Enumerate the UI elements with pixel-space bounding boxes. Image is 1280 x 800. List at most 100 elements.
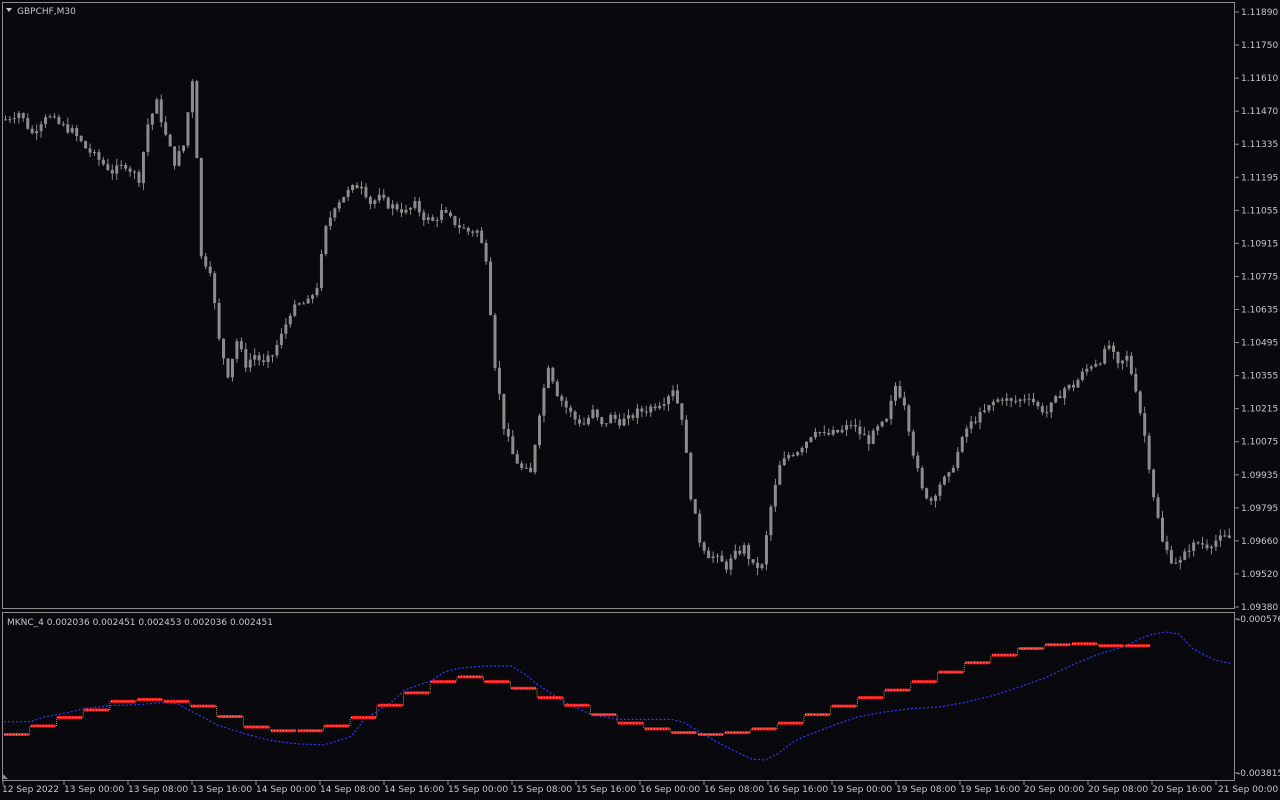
candle-body [809,437,813,442]
candle-body [248,359,252,368]
candle-body [858,426,862,435]
candle-body [756,562,760,569]
candle-body [907,405,911,432]
candle-body [880,421,884,427]
candle-body [279,333,283,345]
candle-body [1023,399,1027,401]
candle-body [306,298,310,304]
candle-body [658,405,662,409]
candle-body [413,201,417,208]
candle-body [947,472,951,477]
candle-body [150,113,154,125]
candle-body [88,148,92,153]
candle-body [649,406,653,413]
candle-body [1107,345,1111,349]
candle-body [453,216,457,226]
candle-body [244,349,248,368]
candle-body [853,425,857,427]
candle-body [1227,535,1231,538]
candle-body [266,355,270,363]
candle-body [351,185,355,190]
candle-body [902,397,906,406]
candle-body [404,209,408,213]
candle-body [742,545,746,554]
candle-body [230,358,234,378]
candle-body [48,116,52,118]
candle-body [4,119,7,121]
candle-body [284,324,288,334]
candle-body [969,421,973,429]
candle-body [1169,550,1173,564]
candle-body [311,295,315,299]
candle-body [1116,352,1120,364]
chart-background [0,0,1280,800]
candle-body [106,164,110,170]
candle-body [333,208,337,218]
candle-body [733,550,737,559]
candle-body [618,419,622,426]
time-axis-label: 19 Sep 16:00 [960,785,1020,795]
candle-body [1076,379,1080,388]
candle-body [1205,544,1209,549]
candle-body [1174,562,1178,564]
candle-body [520,463,524,468]
candle-body [1201,543,1205,545]
candle-body [1067,384,1071,389]
candle-body [177,151,181,166]
candle-body [35,131,39,134]
candle-body [942,476,946,485]
candle-body [1098,363,1102,365]
candle-body [1143,413,1147,436]
candle-body [729,558,733,570]
price-axis-label: 1.10215 [1241,405,1278,415]
candle-body [422,212,426,221]
price-axis-label: 1.11335 [1241,140,1278,150]
candle-body [1045,412,1049,414]
candle-body [417,201,421,213]
candle-body [489,261,493,316]
indicator-axis-label: -0.000576 [1237,615,1280,625]
price-axis-label: 1.11470 [1241,107,1278,117]
candle-body [1054,396,1058,403]
candle-body [146,124,150,153]
time-axis-label: 20 Sep 16:00 [1152,785,1212,795]
candle-body [1156,497,1160,518]
candle-body [141,152,145,183]
candle-body [787,455,791,459]
candle-body [934,495,938,501]
candle-body [805,441,808,449]
trading-chart[interactable]: GBPCHF,M30 MKNC_4 0.002036 0.002451 0.00… [0,0,1280,800]
time-axis-label: 21 Sep 00:00 [1218,785,1278,795]
candle-body [738,550,742,554]
time-axis-label: 16 Sep 16:00 [768,785,828,795]
candle-body [555,381,559,397]
candle-body [1085,368,1089,372]
candle-body [671,390,675,397]
candle-body [778,465,782,485]
candle-body [578,419,582,424]
candle-body [680,403,684,420]
candle-body [480,230,484,243]
candle-body [449,212,452,217]
candle-body [110,169,114,174]
candle-body [315,288,319,296]
time-axis-label: 14 Sep 00:00 [256,785,316,795]
price-axis-label: 1.09660 [1241,537,1278,547]
candle-body [764,535,768,565]
candle-body [1112,345,1116,353]
time-axis-label: 19 Sep 08:00 [896,785,956,795]
candle-body [377,194,381,201]
candle-body [360,186,363,189]
candle-body [1161,517,1164,542]
candle-body [991,401,995,406]
candle-body [693,499,697,514]
candle-body [849,425,853,427]
time-axis-label: 15 Sep 16:00 [576,785,636,795]
candle-body [1080,371,1084,380]
candle-body [1218,535,1222,541]
candle-body [137,172,141,183]
candle-body [275,344,279,356]
time-axis-label: 12 Sep 2022 [2,785,59,795]
candle-body [1183,551,1187,560]
candle-body [444,210,448,213]
